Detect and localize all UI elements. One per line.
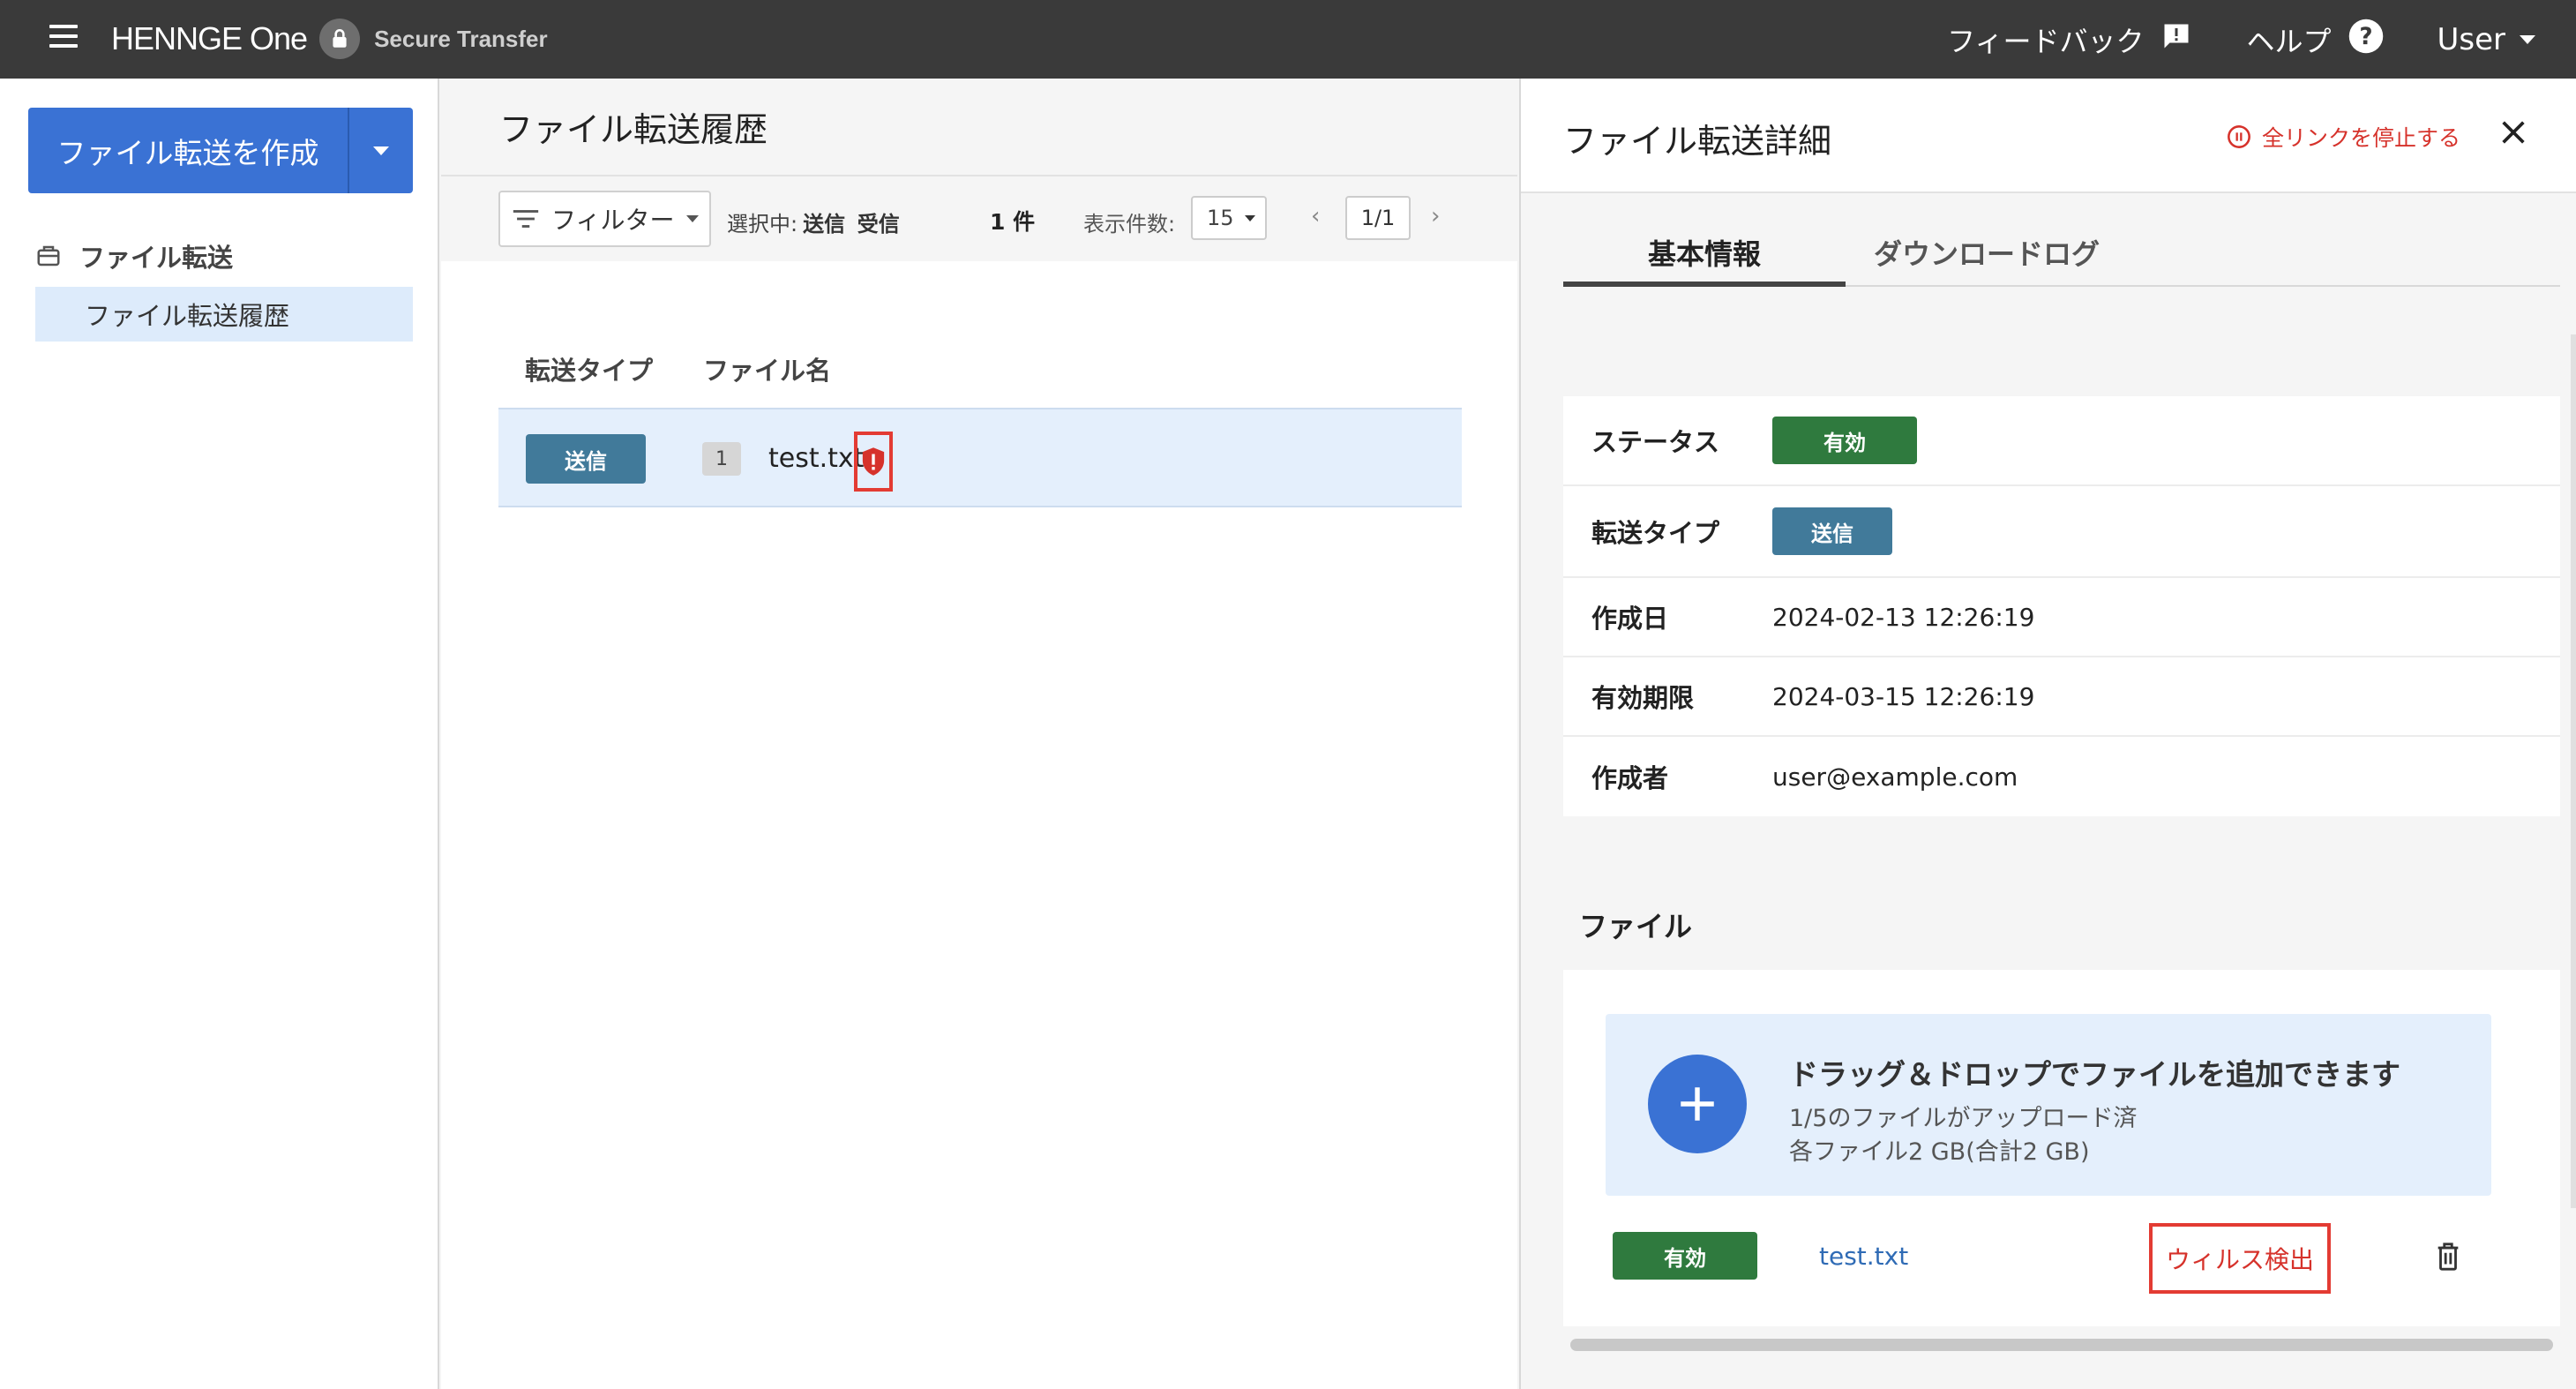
vertical-scrollbar[interactable] — [2571, 334, 2576, 1208]
file-dropzone[interactable]: ドラッグ＆ドロップでファイルを追加できます 1/5のファイルがアップロード済 各… — [1606, 1014, 2491, 1196]
lock-badge-icon — [319, 19, 361, 59]
result-count: 1 件 — [990, 209, 1036, 235]
top-bar: HENNGE One Secure Transfer フィードバック ヘルプ ?… — [0, 0, 2576, 79]
hamburger-menu-icon[interactable] — [49, 25, 78, 48]
feedback-icon — [2160, 20, 2193, 59]
info-row-status: ステータス 有効 — [1563, 396, 2560, 486]
expires-value: 2024-03-15 12:26:19 — [1772, 681, 2035, 711]
created-label: 作成日 — [1591, 604, 1669, 634]
user-name: User — [2437, 21, 2506, 57]
page-title: ファイル転送履歴 — [441, 79, 1517, 176]
list-toolbar: フィルター 選択中: 送信 受信 1 件 表示件数: 15 ‹ 1/1 › — [441, 176, 1517, 261]
file-name: test.txt — [768, 443, 865, 474]
created-value: 2024-02-13 12:26:19 — [1772, 602, 2035, 632]
user-menu[interactable]: User — [2437, 21, 2535, 57]
info-row-created: 作成日 2024-02-13 12:26:19 — [1563, 578, 2560, 657]
selected-send: 送信 — [803, 212, 846, 237]
per-page-label: 表示件数: — [1083, 212, 1176, 237]
chevron-right-icon[interactable]: › — [1431, 203, 1440, 229]
detail-tabs: 基本情報 ダウンロードログ — [1563, 232, 2560, 287]
info-row-expires: 有効期限 2024-03-15 12:26:19 — [1563, 657, 2560, 737]
sidebar-item-transfer-history[interactable]: ファイル転送履歴 — [35, 287, 413, 342]
table-header: 転送タイプ ファイル名 — [525, 350, 831, 387]
feedback-button[interactable]: フィードバック — [1947, 19, 2193, 60]
virus-detected-label: ウィルス検出 — [2149, 1223, 2331, 1294]
pause-circle-icon — [2228, 125, 2250, 148]
add-file-icon[interactable] — [1648, 1055, 1747, 1153]
create-transfer-button-group: ファイル転送を作成 — [28, 108, 413, 193]
files-card: ドラッグ＆ドロップでファイルを追加できます 1/5のファイルがアップロード済 各… — [1563, 970, 2560, 1351]
briefcase-icon — [37, 245, 60, 267]
page-indicator[interactable]: 1/1 — [1345, 196, 1411, 240]
dropzone-size-limit: 各ファイル2 GB(合計2 GB) — [1789, 1138, 2090, 1166]
dropzone-uploaded-count: 1/5のファイルがアップロード済 — [1789, 1105, 2138, 1132]
help-label: ヘルプ — [2246, 24, 2332, 58]
tab-download-log[interactable]: ダウンロードログ — [1846, 232, 2128, 287]
type-label: 転送タイプ — [1591, 518, 1720, 548]
table-row[interactable]: 送信 1 test.txt — [498, 408, 1462, 507]
stop-all-links-label: 全リンクを停止する — [2262, 125, 2461, 151]
transfer-detail-panel: ファイル転送詳細 全リンクを停止する 基本情報 ダウンロードログ ステータス 有… — [1519, 79, 2576, 1389]
basic-info-card: ステータス 有効 転送タイプ 送信 作成日 2024-02-13 12:26:1… — [1563, 396, 2560, 816]
transfer-type-badge: 送信 — [526, 434, 646, 484]
per-page-value: 15 — [1207, 206, 1234, 230]
transfer-list-panel: ファイル転送履歴 フィルター 選択中: 送信 受信 1 件 表示件数: 15 ‹ … — [441, 79, 1517, 1389]
product-name: Secure Transfer — [374, 25, 548, 52]
chevron-left-icon[interactable]: ‹ — [1311, 203, 1320, 229]
file-count-badge: 1 — [702, 442, 741, 476]
close-icon[interactable] — [2498, 117, 2528, 147]
chevron-down-icon — [2520, 34, 2535, 44]
status-label: ステータス — [1591, 427, 1720, 457]
brand[interactable]: HENNGE One Secure Transfer — [111, 18, 548, 60]
per-page-select[interactable]: 15 — [1191, 196, 1267, 240]
sidebar-group-label: ファイル転送 — [79, 243, 234, 273]
tab-basic-info[interactable]: 基本情報 — [1563, 232, 1846, 287]
caret-down-icon — [686, 215, 700, 222]
sidebar: ファイル転送を作成 ファイル転送 ファイル転送履歴 — [0, 79, 439, 1389]
file-link[interactable]: test.txt — [1819, 1242, 1908, 1271]
caret-down-icon — [1244, 214, 1255, 221]
filter-label: フィルター — [551, 206, 675, 235]
brand-logo: HENNGE One — [111, 20, 308, 56]
help-icon: ? — [2348, 18, 2385, 62]
trash-icon[interactable] — [2433, 1240, 2463, 1273]
expires-label: 有効期限 — [1591, 683, 1695, 713]
file-status-badge: 有効 — [1613, 1232, 1757, 1280]
caret-down-icon — [373, 146, 389, 155]
filter-icon — [513, 210, 539, 228]
sidebar-group-file-transfer[interactable]: ファイル転送 — [35, 237, 233, 274]
files-section-title: ファイル — [1579, 910, 1693, 943]
create-transfer-dropdown[interactable] — [349, 108, 413, 193]
status-badge: 有効 — [1772, 417, 1917, 464]
selected-filters: 選択中: 送信 受信 — [727, 206, 900, 237]
dropzone-title: ドラッグ＆ドロップでファイルを追加できます — [1789, 1057, 2400, 1092]
creator-label: 作成者 — [1591, 763, 1669, 793]
selected-prefix: 選択中: — [727, 212, 798, 237]
feedback-label: フィードバック — [1947, 24, 2145, 58]
selected-receive: 受信 — [857, 212, 900, 237]
column-header-filename: ファイル名 — [703, 356, 832, 386]
info-row-type: 転送タイプ 送信 — [1563, 486, 2560, 578]
detail-title: ファイル転送詳細 — [1563, 122, 1832, 161]
filter-button[interactable]: フィルター — [498, 191, 711, 247]
creator-value: user@example.com — [1772, 762, 2018, 792]
column-header-type: 転送タイプ — [525, 356, 654, 386]
detail-header: ファイル転送詳細 全リンクを停止する — [1521, 79, 2576, 193]
virus-alert-highlight — [854, 432, 893, 492]
stop-all-links-button[interactable]: 全リンクを停止する — [2227, 121, 2460, 153]
horizontal-scrollbar[interactable] — [1570, 1339, 2553, 1351]
help-button[interactable]: ヘルプ ? — [2246, 18, 2384, 62]
create-transfer-button[interactable]: ファイル転送を作成 — [28, 108, 349, 193]
shield-alert-icon — [862, 447, 885, 476]
svg-text:?: ? — [2359, 23, 2372, 49]
info-row-creator: 作成者 user@example.com — [1563, 737, 2560, 816]
transfer-type-badge: 送信 — [1772, 507, 1892, 555]
